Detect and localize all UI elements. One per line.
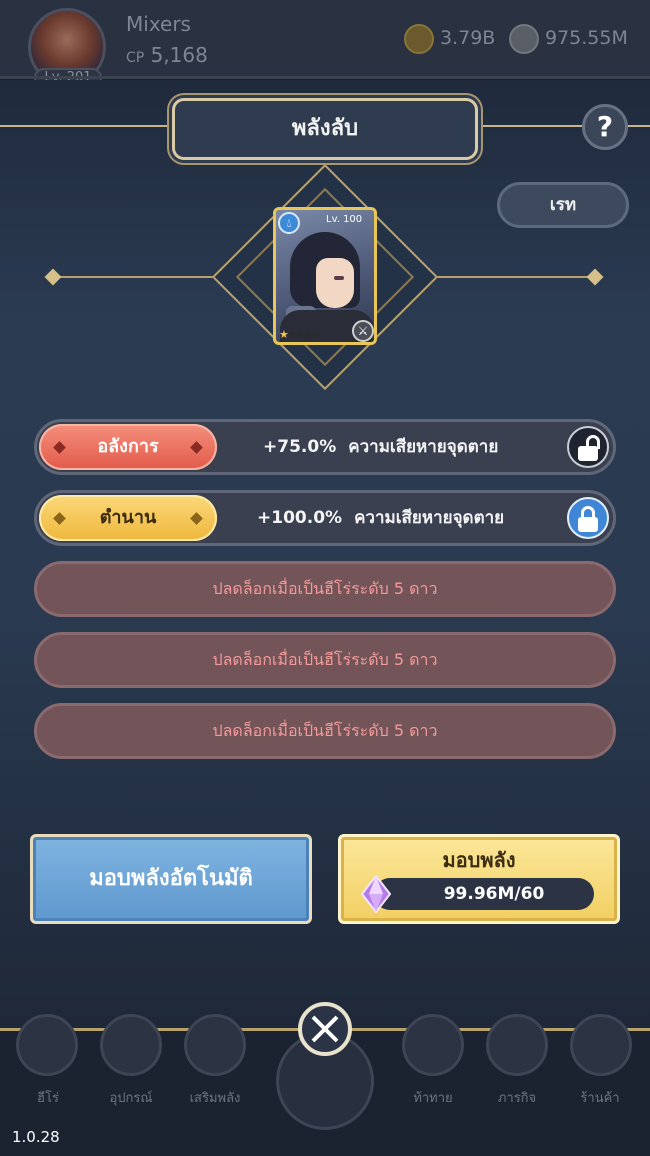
locked-slot-text: ปลดล็อกเมื่อเป็นฮีโร่ระดับ 5 ดาว xyxy=(212,579,438,598)
empower-cost: 99.96M/60 xyxy=(443,884,545,904)
auto-empower-label[interactable]: มอบพลังอัตโนมัติ xyxy=(30,834,312,924)
ability-stat: ความเสียหายจุดตาย xyxy=(348,437,499,457)
ability-percent: +75.0% xyxy=(263,437,337,457)
player-cp: CP 5,168 xyxy=(126,43,208,67)
nav-item-shop[interactable]: ร้านค้า xyxy=(560,1087,640,1108)
unlock-icon[interactable] xyxy=(567,426,609,468)
rate-button[interactable]: เรท xyxy=(497,182,629,228)
shop-icon[interactable] xyxy=(570,1014,632,1076)
gem-amount: 975.55M xyxy=(545,27,628,49)
water-drop-icon: 💧︎ xyxy=(278,212,300,234)
nav-item-challenge[interactable]: ท้าทาย xyxy=(393,1087,473,1108)
ability-value: +100.0% ความเสียหายจุดตาย xyxy=(257,493,504,543)
book-icon[interactable] xyxy=(184,1014,246,1076)
nav-item-equipment[interactable]: อุปกรณ์ xyxy=(91,1087,171,1108)
hero-portrait-eye xyxy=(334,276,344,280)
ability-tag-label: อลังการ xyxy=(97,436,159,457)
gold-amount: 3.79B xyxy=(440,27,496,49)
tag-diamond-icon xyxy=(190,441,203,454)
nav-item-hero[interactable]: ฮีโร่ xyxy=(8,1087,88,1108)
locked-slot-text: ปลดล็อกเมื่อเป็นฮีโร่ระดับ 5 ดาว xyxy=(212,650,438,669)
locked-slot-row: ปลดล็อกเมื่อเป็นฮีโร่ระดับ 5 ดาว xyxy=(34,703,616,759)
locked-slot-row: ปลดล็อกเมื่อเป็นฮีโร่ระดับ 5 ดาว xyxy=(34,632,616,688)
ability-tag-legend: ตำนาน xyxy=(39,495,217,541)
star-icon: ★ xyxy=(279,328,289,341)
ability-stat: ความเสียหายจุดตาย xyxy=(354,508,505,528)
star-icon: ★★★★ xyxy=(286,328,320,341)
ability-tag-glamorous: อลังการ xyxy=(39,424,217,470)
nav-item-enhance[interactable]: เสริมพลัง xyxy=(175,1087,255,1108)
gem-icon xyxy=(509,24,539,54)
cp-value: 5,168 xyxy=(150,43,208,67)
dialog-title: พลังลับ xyxy=(291,116,359,141)
locked-slot-row: ปลดล็อกเมื่อเป็นฮีโร่ระดับ 5 ดาว xyxy=(34,561,616,617)
hero-level: Lv. 100 xyxy=(326,214,363,225)
tag-diamond-icon xyxy=(53,441,66,454)
ability-row-2: ตำนาน +100.0% ความเสียหายจุดตาย xyxy=(34,490,616,546)
lock-icon[interactable] xyxy=(567,497,609,539)
challenge-icon[interactable] xyxy=(402,1014,464,1076)
hero-icon[interactable] xyxy=(16,1014,78,1076)
locked-slot-text: ปลดล็อกเมื่อเป็นฮีโร่ระดับ 5 ดาว xyxy=(212,721,438,740)
help-button[interactable]: ? xyxy=(582,104,628,150)
nav-item-quest[interactable]: ภารกิจ xyxy=(477,1087,557,1108)
hero-star-rating: ★★★★★ xyxy=(279,328,320,341)
tag-diamond-icon xyxy=(190,512,203,525)
empower-label[interactable]: มอบพลัง xyxy=(338,844,620,876)
ability-value: +75.0% ความเสียหายจุดตาย xyxy=(263,422,498,472)
version-label: 1.0.28 xyxy=(12,1128,60,1146)
equipment-icon[interactable] xyxy=(100,1014,162,1076)
tag-diamond-icon xyxy=(53,512,66,525)
top-bar-divider xyxy=(0,76,650,79)
ability-percent: +100.0% xyxy=(257,508,343,528)
player-name: Mixers xyxy=(126,12,191,36)
ability-tag-label: ตำนาน xyxy=(99,507,157,528)
purple-crystal-icon xyxy=(361,875,391,913)
ability-row-1: อลังการ +75.0% ความเสียหายจุดตาย xyxy=(34,419,616,475)
hero-card[interactable]: Lv. 100 💧︎ ★★★★★ ⚔︎ xyxy=(273,207,377,345)
cp-label: CP xyxy=(126,50,145,66)
hero-portrait-face xyxy=(316,258,354,308)
quest-icon[interactable] xyxy=(486,1014,548,1076)
sword-icon: ⚔︎ xyxy=(352,320,374,342)
title-wing-left xyxy=(0,125,180,127)
gold-coin-icon xyxy=(404,24,434,54)
